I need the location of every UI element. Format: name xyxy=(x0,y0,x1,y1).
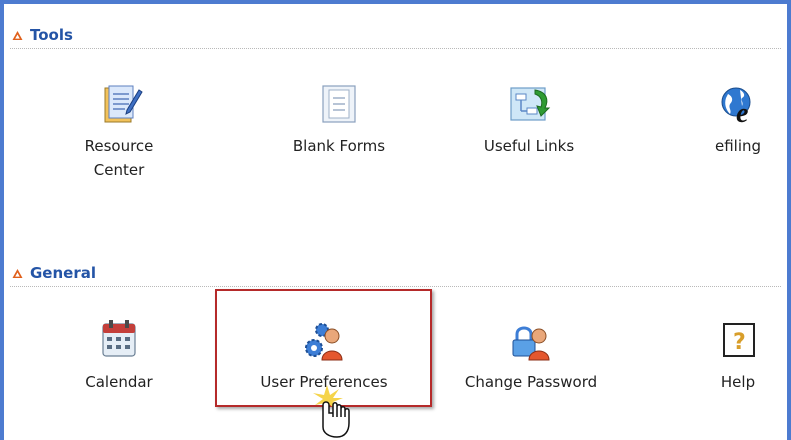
tool-label: Calendar xyxy=(85,373,153,391)
calendar-icon xyxy=(102,320,136,357)
tool-change-password[interactable]: Change Password xyxy=(456,316,606,394)
tool-efiling[interactable]: e efiling xyxy=(663,80,791,158)
general-section-header[interactable]: General xyxy=(10,262,781,287)
useful-links-icon xyxy=(510,87,551,121)
tool-label: Blank Forms xyxy=(292,137,386,155)
tool-label: Help xyxy=(720,373,756,391)
blank-forms-icon xyxy=(322,85,356,123)
svg-text:?: ? xyxy=(733,330,746,355)
change-password-icon xyxy=(512,326,550,361)
svg-text:e: e xyxy=(736,98,748,128)
tool-label: Useful Links xyxy=(483,137,575,155)
tool-resource-center[interactable]: Resource Center xyxy=(44,80,194,182)
tool-label: Resource Center xyxy=(84,137,154,179)
resource-center-icon xyxy=(104,85,143,123)
tool-help[interactable]: ? Help xyxy=(663,316,791,394)
general-section-title: General xyxy=(30,264,96,282)
hand-cursor-icon xyxy=(313,385,350,438)
tool-label: efiling xyxy=(714,137,762,155)
tool-useful-links[interactable]: Useful Links xyxy=(454,80,604,158)
collapse-triangle-icon[interactable] xyxy=(12,30,23,41)
tool-label: Change Password xyxy=(464,373,598,391)
tools-section-header[interactable]: Tools xyxy=(10,24,781,49)
tool-calendar[interactable]: Calendar xyxy=(44,316,194,394)
tools-section-title: Tools xyxy=(30,26,73,44)
help-icon: ? xyxy=(723,323,755,357)
efiling-icon: e xyxy=(721,87,751,128)
collapse-triangle-icon[interactable] xyxy=(12,268,23,279)
tool-blank-forms[interactable]: Blank Forms xyxy=(264,80,414,158)
